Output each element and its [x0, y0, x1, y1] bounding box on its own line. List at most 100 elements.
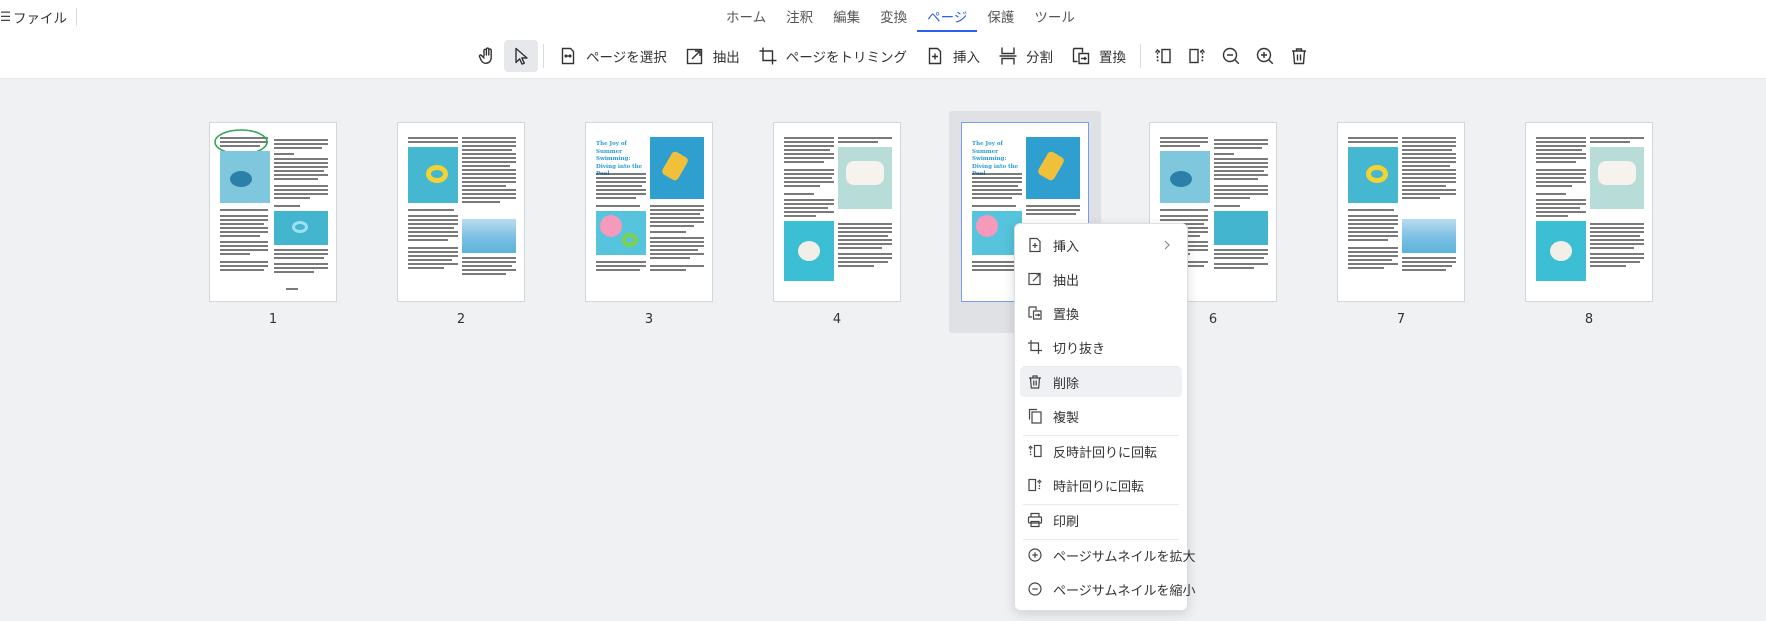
page-thumbnail-4[interactable]: 4 — [773, 122, 901, 327]
rotate-ccw-icon — [1028, 444, 1042, 458]
printer-icon — [1027, 512, 1043, 528]
select-pages-label: ページを選択 — [586, 50, 667, 66]
rotate-clockwise-button[interactable] — [1180, 40, 1214, 72]
page-thumbnail-3[interactable]: The Joy of Summer Swimming: Diving into … — [585, 122, 713, 327]
select-pages-button[interactable]: ページを選択 — [549, 40, 676, 72]
page-number: 1 — [268, 312, 278, 327]
insert-page-icon — [1029, 237, 1041, 253]
tab-home[interactable]: ホーム — [716, 6, 776, 32]
trash-icon — [1291, 48, 1306, 65]
menu-item-delete[interactable]: 削除 — [1020, 367, 1182, 397]
page-preview — [397, 122, 525, 302]
menu-item-label: ページサムネイルを縮小 — [1053, 583, 1196, 599]
menu-item-enlarge-thumbnails[interactable]: ページサムネイルを拡大 — [1020, 540, 1195, 570]
menu-item-label: 挿入 — [1053, 239, 1080, 255]
pool-view-photo — [462, 219, 516, 253]
menu-item-print[interactable]: 印刷 — [1020, 505, 1182, 535]
top-bar: ☰ ファイル ホーム 注釈 編集 変換 ページ 保護 ツール ページを選択 抽出… — [0, 0, 1766, 79]
zoom-in-icon — [1028, 548, 1042, 562]
file-menu-button[interactable]: ☰ ファイル — [0, 6, 67, 28]
extract-icon — [686, 48, 702, 65]
crop-icon — [1028, 340, 1042, 354]
ribbon-tabs: ホーム 注釈 編集 変換 ページ 保護 ツール — [716, 6, 1085, 32]
tab-edit[interactable]: 編集 — [823, 6, 870, 32]
page-context-menu: 挿入 抽出 置換 切り抜き 削除 複製 反時計回りに回転 時計回りに回転 印刷 … — [1014, 223, 1195, 611]
page-thumbnail-8[interactable]: 8 — [1525, 122, 1653, 327]
chevron-right-icon — [1164, 240, 1170, 250]
menu-item-duplicate[interactable]: 複製 — [1020, 401, 1182, 431]
zoom-out-icon — [1028, 582, 1042, 596]
trash-icon — [1029, 375, 1041, 389]
menu-item-label: 時計回りに回転 — [1053, 479, 1145, 495]
page-thumbnail-7[interactable]: 7 — [1337, 122, 1465, 327]
menu-item-rotate-counterclockwise[interactable]: 反時計回りに回転 — [1020, 436, 1182, 466]
menu-item-label: 置換 — [1053, 307, 1080, 323]
hamburger-icon: ☰ — [0, 9, 10, 25]
tab-protect[interactable]: 保護 — [977, 6, 1024, 32]
page-number: 7 — [1396, 312, 1406, 327]
toolbar-divider — [543, 44, 544, 68]
page-number: 3 — [644, 312, 654, 327]
trim-pages-label: ページをトリミング — [785, 50, 907, 66]
tab-convert[interactable]: 変換 — [870, 6, 917, 32]
rotate-counterclockwise-button[interactable] — [1146, 40, 1180, 72]
menu-item-label: 抽出 — [1053, 273, 1080, 289]
insert-label: 挿入 — [952, 50, 980, 66]
toolbar-divider — [1139, 44, 1141, 68]
file-menu-label: ファイル — [13, 11, 67, 27]
hand-tool-button[interactable] — [470, 40, 504, 72]
menu-item-label: 反時計回りに回転 — [1053, 445, 1158, 461]
menu-item-rotate-clockwise[interactable]: 時計回りに回転 — [1020, 470, 1182, 500]
rotate-ccw-icon — [1154, 48, 1171, 64]
tab-tools[interactable]: ツール — [1024, 6, 1085, 32]
replace-icon — [1072, 47, 1090, 65]
zoom-in-icon — [1256, 47, 1274, 65]
insert-button[interactable]: 挿入 — [916, 40, 989, 72]
insert-page-icon — [928, 47, 942, 65]
page-preview — [209, 122, 337, 302]
split-label: 分割 — [1025, 50, 1053, 66]
copy-icon — [1028, 408, 1042, 424]
file-divider — [76, 8, 77, 26]
delete-page-button[interactable] — [1282, 40, 1316, 72]
select-pages-icon — [561, 47, 575, 65]
page-thumbnail-panel: 1 2 The Joy of Summer Swimming: Diving i… — [0, 80, 1766, 621]
replace-icon — [1028, 306, 1042, 320]
zoom-out-icon — [1222, 47, 1240, 65]
menu-item-crop[interactable]: 切り抜き — [1020, 332, 1182, 362]
page-preview — [1525, 122, 1653, 302]
zoom-out-button[interactable] — [1214, 40, 1248, 72]
menu-item-insert[interactable]: 挿入 — [1020, 230, 1182, 260]
page-thumbnail-2[interactable]: 2 — [397, 122, 525, 327]
menu-item-label: 切り抜き — [1053, 341, 1106, 357]
crop-icon — [759, 47, 777, 65]
select-tool-button[interactable] — [504, 40, 538, 72]
page-toolbar: ページを選択 抽出 ページをトリミング 挿入 分割 置換 — [470, 38, 1316, 74]
extract-button[interactable]: 抽出 — [676, 40, 749, 72]
page-number: 2 — [456, 312, 466, 327]
extract-label: 抽出 — [712, 50, 740, 66]
tab-comment[interactable]: 注釈 — [776, 6, 823, 32]
menu-item-label: ページサムネイルを拡大 — [1053, 549, 1196, 565]
page-preview — [773, 122, 901, 302]
page-number: 4 — [832, 312, 842, 327]
menu-item-shrink-thumbnails[interactable]: ページサムネイルを縮小 — [1020, 574, 1195, 604]
page-thumbnail-1[interactable]: 1 — [209, 122, 337, 327]
page-preview: The Joy of Summer Swimming: Diving into … — [585, 122, 713, 302]
tab-page[interactable]: ページ — [917, 6, 978, 32]
menu-item-extract[interactable]: 抽出 — [1020, 264, 1182, 294]
menu-item-replace[interactable]: 置換 — [1020, 298, 1182, 328]
pool-float-photo — [1214, 211, 1268, 245]
rotate-cw-icon — [1028, 478, 1042, 492]
zoom-in-button[interactable] — [1248, 40, 1282, 72]
menu-item-label: 複製 — [1053, 410, 1080, 426]
replace-label: 置換 — [1098, 50, 1126, 66]
page-number: 8 — [1584, 312, 1594, 327]
trim-pages-button[interactable]: ページをトリミング — [749, 40, 916, 72]
rotate-cw-icon — [1189, 48, 1206, 64]
replace-button[interactable]: 置換 — [1062, 40, 1135, 72]
split-button[interactable]: 分割 — [989, 40, 1062, 72]
cursor-icon — [515, 47, 528, 65]
menu-item-label: 削除 — [1053, 376, 1080, 392]
split-icon — [999, 47, 1017, 65]
